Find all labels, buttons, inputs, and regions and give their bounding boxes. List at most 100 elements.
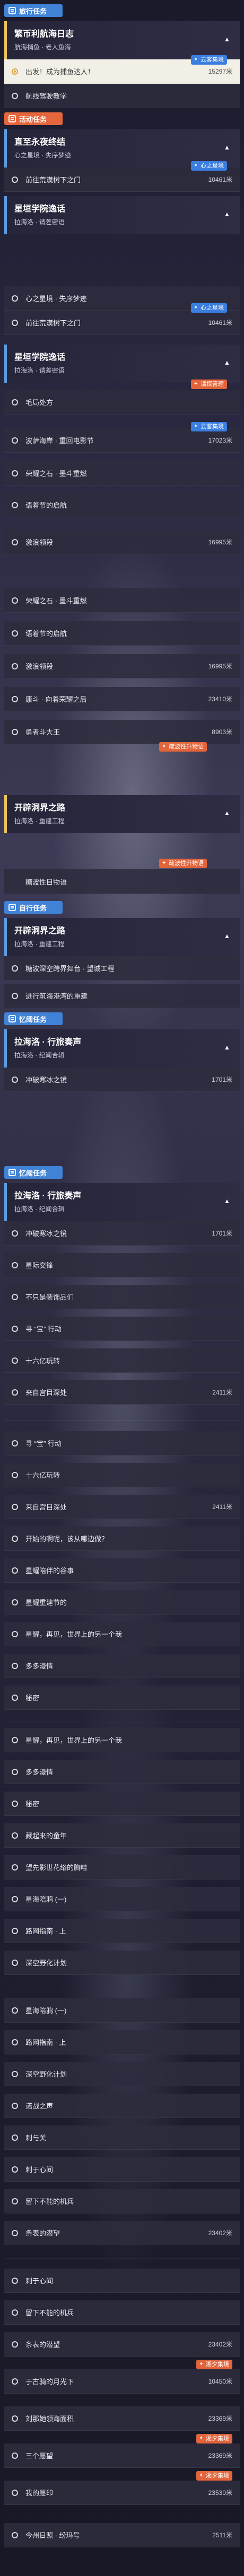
- step-bullet-icon: [12, 630, 18, 637]
- quest-step-row[interactable]: 前往荒漠树下之门 10461米: [4, 311, 240, 335]
- step-label: 刺于心间: [25, 2166, 54, 2174]
- step-bullet-icon: [12, 2166, 18, 2173]
- quest-step-row[interactable]: 激浪领段 16995米: [4, 654, 240, 678]
- quest-title: 繁币利航海日志: [14, 30, 74, 39]
- step-bullet-icon: [12, 1927, 18, 1934]
- quest-card[interactable]: 开辟洞界之路 拉海洛 · 重建工程 ▲: [4, 918, 240, 956]
- quest-step-row[interactable]: 激浪领段 16995米: [4, 530, 240, 554]
- quest-step-row[interactable]: 多多漫情: [4, 1654, 240, 1678]
- quest-card[interactable]: 拉海洛 · 行旅奏声 拉海洛 · 纪闻合辑 ▲: [4, 1029, 240, 1068]
- quest-step-row[interactable]: 航线驾驶教学: [4, 84, 240, 108]
- quest-step-row[interactable]: 今州日照 · 纷玛号 2511米: [4, 2523, 240, 2547]
- quest-step-row[interactable]: 康斗 · 向着荣耀之后 23410米: [4, 687, 240, 711]
- quest-step-row[interactable]: 深空野化计划: [4, 1951, 240, 1975]
- section-tab-companion[interactable]: 自行任务: [4, 901, 63, 914]
- quest-step-row[interactable]: 留下不能的机兵: [4, 2300, 240, 2325]
- plain-label: 糖波性目物语: [25, 878, 67, 886]
- quest-step-row[interactable]: 星耀陪伴的谷事: [4, 1558, 240, 1583]
- section-tab-daily[interactable]: 旅行任务: [4, 4, 63, 17]
- collapse-icon[interactable]: ▲: [222, 34, 232, 45]
- quest-step-row[interactable]: 秘密: [4, 1686, 240, 1710]
- quest-card[interactable]: 繁币利航海日志 航海捕鱼 · 老人鱼海 ▲: [4, 21, 240, 59]
- quest-step-row[interactable]: 三个愿望 23369米: [4, 2443, 240, 2468]
- quest-step-row[interactable]: 星耀重建节的: [4, 1590, 240, 1615]
- quest-step-row[interactable]: 多多漫情: [4, 1760, 240, 1784]
- step-bullet-icon: [12, 1800, 18, 1807]
- collapse-icon[interactable]: ▲: [222, 931, 232, 941]
- step-label: 路网指南 · 上: [25, 2039, 66, 2046]
- quest-title: 星垣学院逸话: [14, 353, 66, 362]
- quest-step-row[interactable]: 语着节的启航: [4, 621, 240, 646]
- step-bullet-icon: [12, 1694, 18, 1701]
- collapse-icon[interactable]: ▲: [222, 209, 232, 219]
- quest-step-row[interactable]: 糖波深空跨界舞台 · 望城工程: [4, 956, 240, 981]
- quest-step-row[interactable]: 条表的潜望 23402米: [4, 2332, 240, 2357]
- quest-step-row[interactable]: 条表的潜望 23402米: [4, 2221, 240, 2245]
- step-bullet-icon: [12, 2531, 18, 2538]
- quest-step-row[interactable]: 十六亿玩转: [4, 1348, 240, 1373]
- quest-step-row[interactable]: 荣耀之石 · 墨斗重燃: [4, 588, 240, 613]
- quest-step-row[interactable]: 荣耀之石 · 墨斗重燃: [4, 461, 240, 486]
- quest-step-row[interactable]: 来自宫目深处 2411米: [4, 1380, 240, 1405]
- quest-title: 星垣学院逸话: [14, 205, 66, 214]
- section-tab-dream[interactable]: 忆阈任务: [4, 1166, 63, 1179]
- step-bullet-icon: [12, 539, 18, 545]
- quest-step-row[interactable]: 进行筑海港湾的重建: [4, 984, 240, 1008]
- quest-step-row[interactable]: 刺与关: [4, 2125, 240, 2150]
- step-distance: 16995米: [208, 663, 232, 670]
- quest-step-row[interactable]: 星耀，再见，世界上的另一个我: [4, 1728, 240, 1752]
- quest-step-row[interactable]: 星际交锋: [4, 1253, 240, 1277]
- quest-step-row[interactable]: 毛局处方: [4, 390, 240, 414]
- quest-book-icon: [8, 7, 16, 14]
- quest-step-row[interactable]: 前往荒漠树下之门 10461米: [4, 167, 240, 192]
- quest-step-row[interactable]: 刺于心间: [4, 2157, 240, 2182]
- step-distance: 10461米: [208, 176, 232, 183]
- quest-step-row[interactable]: 波萨海岸 · 重回电影节 17023米: [4, 428, 240, 453]
- step-bullet-icon: [12, 1662, 18, 1669]
- collapse-icon[interactable]: ▲: [222, 357, 232, 368]
- quest-step-row[interactable]: 我的愿印 23530米: [4, 2481, 240, 2505]
- quest-plain-row[interactable]: 糖波性目物语: [4, 869, 240, 894]
- quest-step-row[interactable]: 诺战之声: [4, 2094, 240, 2118]
- step-label: 勇者斗大王: [25, 728, 60, 736]
- quest-step-row[interactable]: 望先影世花络的胸哇: [4, 1855, 240, 1880]
- quest-step-row[interactable]: 十六亿玩转: [4, 1463, 240, 1487]
- section-tab-activity[interactable]: 活动任务: [4, 112, 63, 125]
- quest-step-row[interactable]: 留下不能的机兵: [4, 2189, 240, 2213]
- collapse-icon[interactable]: ▲: [222, 808, 232, 818]
- quest-step-row[interactable]: 刘那她领海面积 23369米: [4, 2406, 240, 2431]
- quest-card[interactable]: 星垣学院逸话 拉海洛 · 请差密语 ▲: [4, 345, 240, 383]
- region-badge: 云客集境: [191, 422, 227, 431]
- quest-step-row[interactable]: 藏起来的童年: [4, 1823, 240, 1848]
- quest-step-row[interactable]: 深空野化计划: [4, 2062, 240, 2086]
- quest-step-row[interactable]: 刺于心间: [4, 2269, 240, 2293]
- quest-step-row[interactable]: 冲破寒冰之镜 1701米: [4, 1221, 240, 1246]
- quest-step-row[interactable]: 路网指南 · 上: [4, 2030, 240, 2054]
- quest-step-row[interactable]: 勇者斗大王 8903米: [4, 720, 240, 744]
- quest-step-row[interactable]: 秘密: [4, 1792, 240, 1816]
- quest-step-row[interactable]: 寻 “宝” 行动: [4, 1317, 240, 1341]
- step-label: 星耀，再见，世界上的另一个我: [25, 1736, 123, 1744]
- quest-step-row[interactable]: 星海陪鸦 (一): [4, 1887, 240, 1911]
- quest-step-row[interactable]: 语着节的启航: [4, 493, 240, 517]
- quest-step-row[interactable]: 星海陪鸦 (一): [4, 1998, 240, 2023]
- quest-card[interactable]: 星垣学院逸话 拉海洛 · 请差密语 ▲: [4, 196, 240, 234]
- quest-step-row[interactable]: 来自宫目深处 2411米: [4, 1495, 240, 1519]
- step-bullet-icon: [12, 2309, 18, 2316]
- collapse-icon[interactable]: ▲: [222, 1196, 232, 1206]
- quest-step-row[interactable]: 星耀，再见，世界上的另一个我: [4, 1622, 240, 1646]
- quest-step-row[interactable]: 于古骑的月光下 10450米: [4, 2369, 240, 2394]
- step-label: 开始的啊呢，该从哪边做？: [25, 1535, 109, 1543]
- quest-step-row[interactable]: 寻 “宝” 行动: [4, 1431, 240, 1455]
- quest-card[interactable]: 拉海洛 · 行旅奏声 拉海洛 · 纪闻合辑 ▲: [4, 1183, 240, 1221]
- collapse-icon[interactable]: ▲: [222, 1042, 232, 1053]
- step-label: 康斗 · 向着荣耀之后: [25, 695, 87, 703]
- step-bullet-icon: [12, 1076, 18, 1083]
- quest-step-row[interactable]: 冲破寒冰之镜 1701米: [4, 1068, 240, 1092]
- section-tab-dream[interactable]: 忆阈任务: [4, 1012, 63, 1025]
- quest-step-row[interactable]: 不只是装饰品们: [4, 1285, 240, 1309]
- collapse-icon[interactable]: ▲: [222, 142, 232, 153]
- quest-step-row[interactable]: 开始的啊呢，该从哪边做？: [4, 1527, 240, 1551]
- quest-card[interactable]: 开辟洞界之路 拉海洛 · 重建工程 ▲: [4, 795, 240, 833]
- quest-step-row[interactable]: 路网指南 · 上: [4, 1919, 240, 1943]
